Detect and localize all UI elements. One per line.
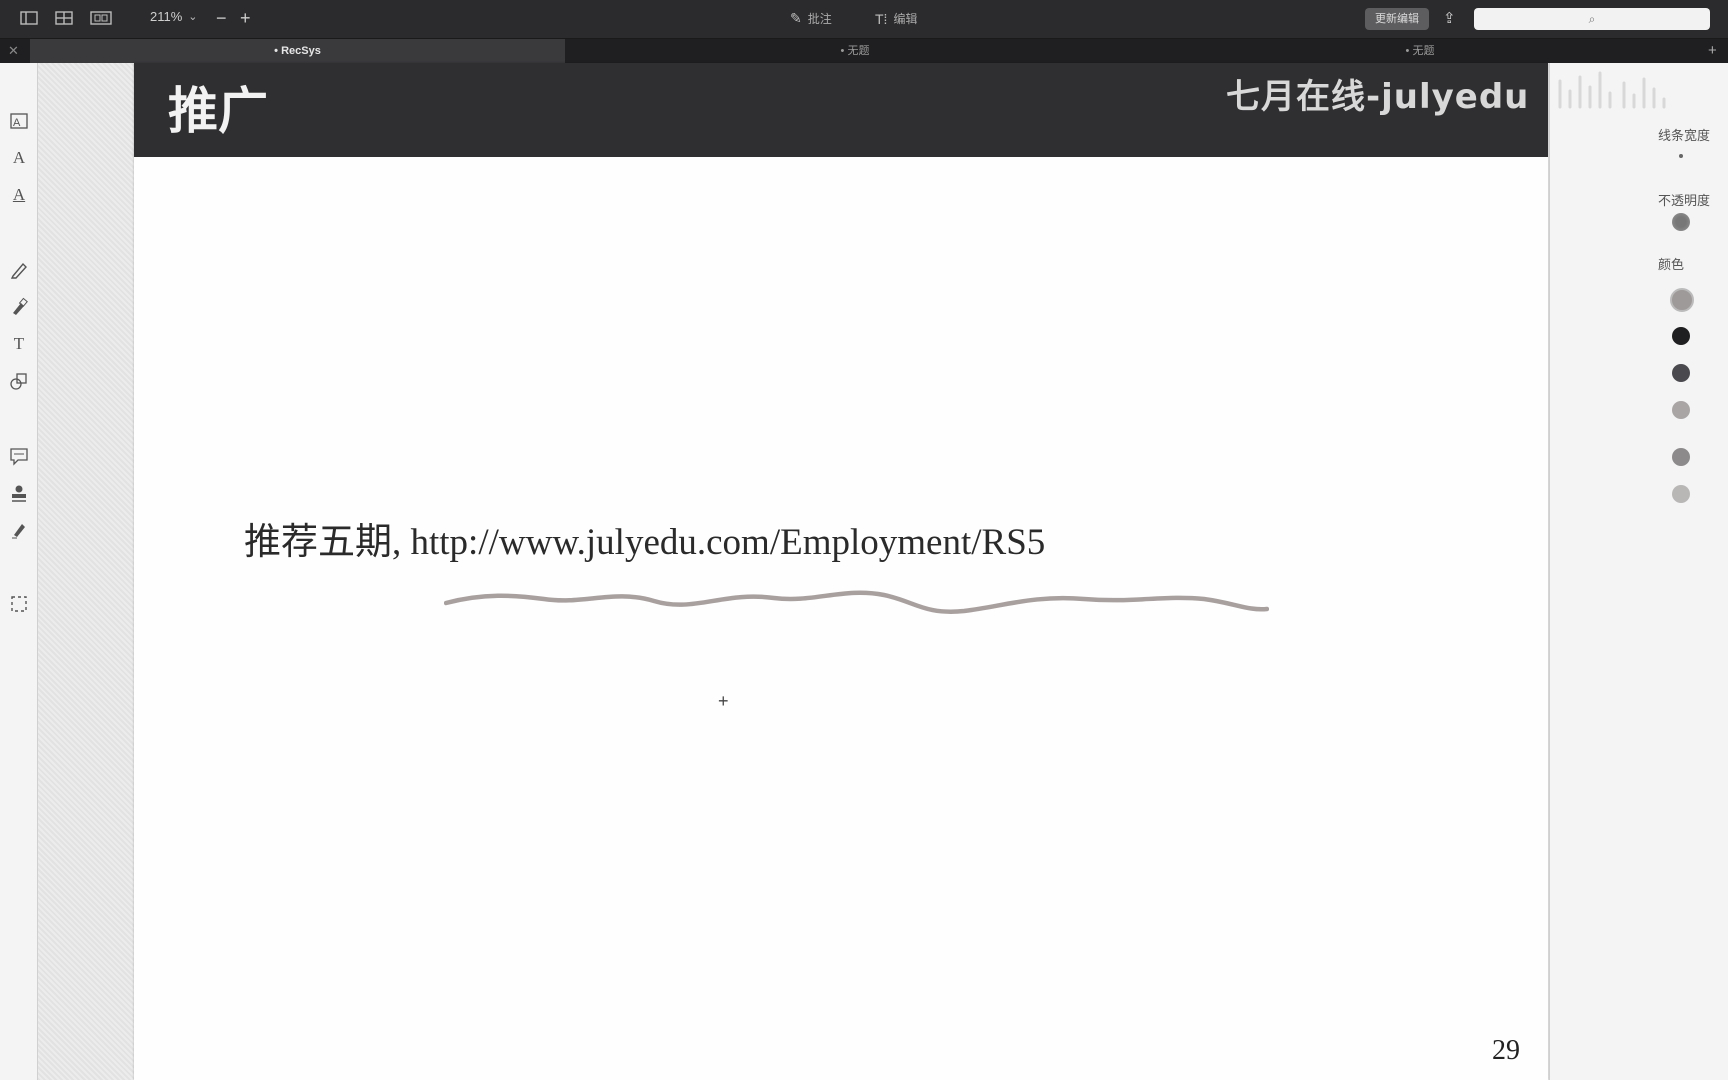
marker-icon[interactable] [8, 296, 30, 318]
zoom-in-button[interactable]: + [240, 6, 251, 30]
color-swatch-medium-gray[interactable] [1672, 448, 1690, 466]
color-label: 颜色 [1658, 257, 1685, 272]
color-swatch-light-gray[interactable] [1672, 401, 1690, 419]
promo-link-text[interactable]: 推荐五期, http://www.julyedu.com/Employment/… [244, 511, 1045, 565]
highlight-text-icon[interactable]: A [8, 147, 30, 169]
text-edit-icon: T⁞ [875, 10, 888, 27]
tab-recsys[interactable]: • RecSys [30, 39, 565, 63]
text-select-icon[interactable]: A [8, 110, 30, 132]
color-swatch-gray-selected[interactable] [1670, 288, 1694, 312]
page-view-icon[interactable] [90, 10, 112, 26]
cursor-crosshair: + [718, 691, 729, 711]
line-width-control[interactable] [1679, 154, 1683, 158]
pencil-icon[interactable] [8, 259, 30, 281]
opacity-control[interactable] [1672, 213, 1690, 231]
zoom-select[interactable]: 211% ⌄ [150, 9, 198, 24]
color-swatch-pale[interactable] [1672, 485, 1690, 503]
zoom-out-button[interactable]: − [216, 6, 227, 30]
slide-title: 推广 [168, 82, 268, 140]
signature-pen-icon[interactable] [8, 519, 30, 541]
opacity-label: 不透明度 [1658, 193, 1711, 208]
zoom-value: 211% [150, 9, 183, 24]
color-swatch-black[interactable] [1672, 327, 1690, 345]
document-tab-bar: ✕ • RecSys • 无题 • 无题 + [0, 39, 1728, 63]
shapes-icon[interactable] [8, 370, 30, 392]
line-width-label: 线条宽度 [1658, 128, 1711, 143]
watermark: 七月在线-julyedu [1226, 77, 1530, 117]
edit-label: 编辑 [893, 12, 918, 26]
tab-untitled-2[interactable]: • 无题 [1145, 39, 1695, 63]
main-toolbar: 211% ⌄ − + ✎ 批注 T⁞ 编辑 更新编辑 ⇪ ⌕ [0, 0, 1728, 39]
underline-text-icon[interactable]: A [8, 184, 30, 206]
handwritten-underline[interactable] [444, 581, 1269, 621]
tab-untitled-1[interactable]: • 无题 [565, 39, 1145, 63]
chevron-down-icon: ⌄ [188, 11, 198, 23]
stamp-icon[interactable] [8, 482, 30, 504]
color-swatch-dark-gray[interactable] [1672, 364, 1690, 382]
area-select-icon[interactable] [8, 593, 30, 615]
highlighter-icon: ✎ [790, 10, 802, 26]
slide-header-bar: 推广 七月在线-julyedu [134, 63, 1548, 157]
share-icon[interactable]: ⇪ [1443, 9, 1456, 27]
comment-icon[interactable] [8, 445, 30, 467]
annotate-label: 批注 [807, 12, 832, 26]
update-edit-button[interactable]: 更新编辑 [1365, 8, 1429, 30]
new-tab-button[interactable]: + [1708, 39, 1717, 63]
svg-text:A: A [13, 117, 21, 129]
annotation-inspector: 线条宽度 不透明度 颜色 [1549, 63, 1728, 1080]
close-icon[interactable]: ✕ [8, 39, 19, 63]
annotate-mode-button[interactable]: ✎ 批注 [790, 10, 832, 27]
watermark-equalizer-icon [1558, 71, 1666, 109]
edit-mode-button[interactable]: T⁞ 编辑 [875, 10, 917, 27]
text-tool-icon[interactable]: T [8, 333, 30, 355]
search-icon: ⌕ [1588, 12, 1596, 26]
search-input[interactable]: ⌕ [1474, 8, 1710, 30]
thumbnail-grid-icon[interactable] [55, 10, 73, 26]
sidebar-toggle-icon[interactable] [20, 10, 38, 26]
tool-rail: A A A T [0, 63, 38, 1080]
page-number: 29 [1492, 1035, 1520, 1066]
slide-page[interactable]: 推广 七月在线-julyedu 推荐五期, http://www.julyedu… [134, 63, 1548, 1080]
